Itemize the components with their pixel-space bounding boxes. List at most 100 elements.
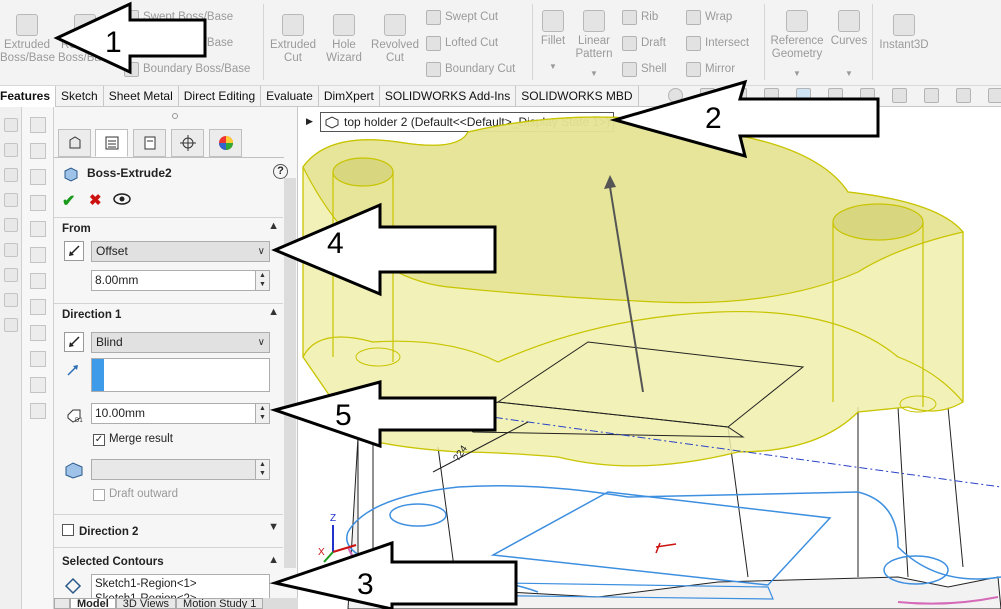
lofted-boss-button[interactable]: Lofted Boss/Base [124,36,233,51]
chevron-down-icon[interactable]: ▼ [536,60,570,73]
tab-feature-manager[interactable] [58,129,91,157]
display-style-icon[interactable] [828,88,843,103]
tab-dimxpert[interactable]: DimXpert [319,86,380,107]
preview-eye-icon[interactable] [113,192,131,206]
swept-cut-button[interactable]: Swept Cut [426,10,498,25]
cube-icon[interactable] [29,377,46,393]
shell-button[interactable]: Shell [622,62,667,77]
fillet-button[interactable]: Fillet ▼ [536,10,570,73]
toolbar-icon[interactable] [3,218,18,232]
depth-field[interactable]: 10.00mm ▲ ▼ [91,403,270,424]
hole-wizard-button[interactable]: Hole Wizard [320,14,368,65]
spin-arrows-icon[interactable]: ▲ ▼ [255,404,269,423]
swept-boss-button[interactable]: Swept Boss/Base [124,10,233,25]
reference-geometry-button[interactable]: Reference Geometry ▼ [768,10,826,80]
cube-icon[interactable] [29,143,46,159]
rib-button[interactable]: Rib [622,10,658,25]
apply-scene-icon[interactable] [924,88,939,103]
curves-button[interactable]: Curves ▼ [828,10,870,80]
tab-solidworks-add-ins[interactable]: SOLIDWORKS Add-Ins [380,86,517,107]
direction-selection-box[interactable] [91,358,270,392]
extruded-boss-button[interactable]: Extruded Boss/Base [0,14,55,65]
tab-3d-views[interactable]: 3D Views [115,598,177,609]
toolbar-icon[interactable] [3,268,18,282]
toolbar-icon[interactable] [3,193,18,207]
zoom-area-icon[interactable] [700,88,715,103]
chevron-down-icon[interactable]: ▼ [268,521,279,533]
chevron-up-icon[interactable]: ▲ [268,554,279,566]
tab-motion-study[interactable]: Motion Study 1 [176,598,264,609]
tab-features[interactable]: Features [0,86,57,107]
end-condition-dropdown[interactable]: Blind ∨ [91,332,270,353]
start-condition-dropdown[interactable]: Offset ∨ [91,241,270,262]
ok-checkmark-icon[interactable]: ✔ [62,191,75,211]
tab-sheet-metal[interactable]: Sheet Metal [104,86,179,107]
toolbar-icon[interactable] [3,293,18,307]
merge-result-checkbox[interactable]: ✓ [93,434,105,446]
edit-appearance-icon[interactable] [892,88,907,103]
chevron-up-icon[interactable]: ▲ [268,220,279,232]
hide-show-items-icon[interactable] [860,88,875,103]
toolbar-icon[interactable] [3,118,18,132]
nav-arrows-icon[interactable] [54,598,70,609]
start-direction-button[interactable] [64,241,84,261]
cube-icon[interactable] [29,169,46,185]
tab-model[interactable]: Model [70,598,116,609]
tab-direct-editing[interactable]: Direct Editing [179,86,262,107]
extruded-cut-button[interactable]: Extruded Cut [268,14,318,65]
from-section-header[interactable]: From ▲ [54,217,283,235]
mirror-button[interactable]: Mirror [686,62,735,77]
direction2-section-header[interactable]: Direction 2 ▼ [54,514,283,538]
toolbar-icon[interactable] [3,318,18,332]
cancel-x-icon[interactable]: ✖ [89,191,102,209]
selected-contours-header[interactable]: Selected Contours ▲ [54,547,283,568]
view-settings-icon[interactable] [956,88,971,103]
tab-property-manager[interactable] [95,129,128,157]
list-item[interactable]: Sketch1-Region<1> [95,577,266,592]
direction2-checkbox[interactable] [62,524,74,536]
monitor-icon[interactable] [988,88,1001,103]
help-icon[interactable]: ? [273,164,288,179]
toolbar-icon[interactable] [3,143,18,157]
linear-pattern-button[interactable]: Linear Pattern ▼ [572,10,616,80]
tab-dimxpert-manager[interactable] [171,129,204,157]
draft-button[interactable]: Draft [622,36,666,51]
lofted-cut-button[interactable]: Lofted Cut [426,36,498,51]
section-view-icon[interactable] [764,88,779,103]
chevron-up-icon[interactable]: ▲ [268,306,279,318]
wrap-button[interactable]: Wrap [686,10,732,25]
cube-icon[interactable] [29,273,46,289]
cube-icon[interactable] [29,221,46,237]
draft-outward-checkbox[interactable] [93,489,105,501]
instant3d-button[interactable]: Instant3D [876,14,932,52]
tab-sketch[interactable]: Sketch [56,86,104,107]
cube-icon[interactable] [29,325,46,341]
boundary-boss-button[interactable]: Boundary Boss/Base [124,62,250,77]
intersect-button[interactable]: Intersect [686,36,749,51]
tab-configuration-manager[interactable] [133,129,166,157]
chevron-down-icon[interactable]: ▼ [768,67,826,80]
cube-icon[interactable] [29,351,46,367]
spin-arrows-icon[interactable]: ▲ ▼ [255,271,269,290]
cube-icon[interactable] [29,299,46,315]
draft-icon[interactable] [63,459,85,479]
revolved-boss-button[interactable]: Revolved Boss/Base [58,14,113,65]
panel-scrollbar[interactable] [284,178,296,568]
draft-angle-field[interactable]: ▲ ▼ [91,459,270,480]
cube-icon[interactable] [29,117,46,133]
offset-distance-field[interactable]: 8.00mm ▲ ▼ [91,270,270,291]
spin-arrows-icon[interactable]: ▲ ▼ [255,460,269,479]
revolved-cut-button[interactable]: Revolved Cut [370,14,420,65]
tab-evaluate[interactable]: Evaluate [261,86,319,107]
reverse-direction-button[interactable] [64,332,84,352]
tab-display-manager[interactable] [209,129,242,157]
direction1-section-header[interactable]: Direction 1 ▲ [54,303,283,321]
graphics-area[interactable]: ▶ top holder 2 (Default<<Default>_Displa… [298,107,1001,609]
cube-icon[interactable] [29,195,46,211]
toolbar-icon[interactable] [3,168,18,182]
chevron-down-icon[interactable]: ▼ [572,67,616,80]
toolbar-icon[interactable] [3,243,18,257]
cube-icon[interactable] [29,247,46,263]
zoom-to-fit-icon[interactable] [668,88,683,103]
tab-solidworks-mbd[interactable]: SOLIDWORKS MBD [516,86,639,107]
